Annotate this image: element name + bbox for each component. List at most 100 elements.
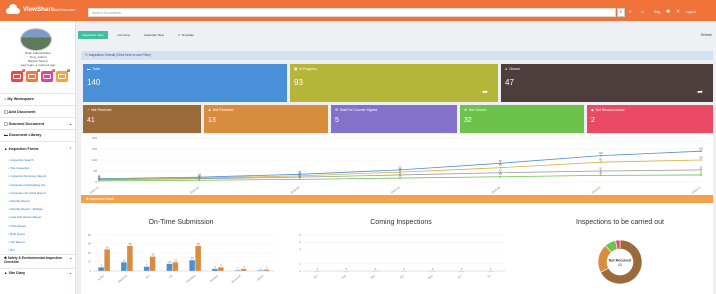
brand[interactable]: ViewShare	[6, 4, 54, 14]
sidebar-item-scanned-document[interactable]: ▢ Scanned Document ⌄	[0, 118, 76, 129]
sidebar-subitem[interactable]: ⌕ Inspection Summary Report	[0, 172, 76, 180]
sidebar-subitem[interactable]: ⌕ Bin	[0, 246, 76, 254]
bar	[98, 267, 104, 271]
data-label: 0	[374, 268, 376, 271]
alert-badge[interactable]: 0	[41, 69, 55, 82]
chevron-up-icon: ⌃	[68, 147, 72, 151]
x-tick-label: Jun	[457, 273, 463, 279]
x-tick-label: ACMV	[97, 274, 106, 282]
stat-card-not-received[interactable]: ◔ Not Received 41	[83, 105, 201, 133]
stat-card-not-closed[interactable]: ❦ Not Closed 32	[460, 105, 584, 133]
y-tick-label: 13	[88, 260, 92, 264]
data-label: 20	[152, 254, 155, 257]
sidebar-subitem[interactable]: ⌕ Monthly Report	[0, 197, 76, 205]
sidebar-item-my-workspace[interactable]: ⌂ My Workspace	[0, 94, 76, 105]
view-tabs: Inspection View List View Calendar View …	[78, 31, 198, 39]
data-label: 100	[699, 157, 704, 160]
inspection-detail-header[interactable]: ✱ Inspection Detail	[81, 195, 713, 203]
sidebar-subitem[interactable]: ⌕ Late Submission Report	[0, 213, 76, 221]
stat-card-wait-counter-signed[interactable]: ⚒ Wait For Counter Signed 5	[331, 105, 457, 133]
logout-button[interactable]: Logout	[686, 10, 696, 14]
data-label: 50	[599, 168, 602, 171]
tab-template[interactable]: ✔ Template	[174, 31, 198, 39]
sidebar-subitem[interactable]: ⌕ Site Inspection	[0, 164, 76, 172]
avatar[interactable]	[20, 28, 52, 51]
sidebar-subitem[interactable]: ⌕ Inspection Search	[0, 156, 76, 164]
clock-icon: ◔	[87, 108, 90, 112]
add-document-button[interactable]: Add Document	[54, 8, 75, 12]
y-tick-label: 1	[299, 262, 301, 266]
search-input[interactable]: Search Documents	[88, 8, 616, 17]
tab-inspection-view[interactable]: Inspection View	[78, 31, 108, 39]
calendar-badge[interactable]: 0	[56, 69, 70, 82]
data-label: 3	[214, 266, 216, 269]
task-badge[interactable]: 0	[26, 69, 40, 82]
stat-card-in-progress[interactable]: ▦ In Progress 93 ➦	[290, 64, 498, 102]
gear-icon[interactable]: ✱	[666, 9, 670, 15]
stat-card-closed[interactable]: ● Closed 47 ➦	[501, 64, 713, 102]
expand-icon[interactable]: ✕	[676, 9, 680, 15]
sidebar-item-add-document[interactable]: ▢ Add Document	[0, 106, 76, 117]
bar	[240, 268, 247, 271]
stat-card-not-received-2[interactable]: ♟ Not Received 13	[204, 105, 328, 133]
user-menu[interactable]: Eng	[654, 10, 660, 14]
share-arrow-icon[interactable]: ➦	[697, 88, 703, 96]
x-tick-label: 2019-04	[390, 185, 401, 194]
main-content: Inspection View List View Calendar View …	[78, 21, 716, 294]
data-label: 0	[432, 268, 434, 271]
y-tick-label: 3	[299, 247, 301, 251]
share-arrow-icon[interactable]: ➦	[482, 88, 488, 96]
data-label: 30	[599, 172, 602, 175]
x-tick-label: 2019-03	[290, 185, 301, 194]
overview-filter-header[interactable]: ✎ Inspection Overall (Click here to use …	[81, 51, 713, 60]
data-label: 5	[101, 264, 103, 267]
y-tick-label: 200	[92, 136, 97, 140]
sidebar-subitem[interactable]: ⌕ Inspection Outstanding List	[0, 181, 76, 189]
search-icon[interactable]: ⌕	[629, 9, 632, 15]
x-tick-label: May	[427, 273, 434, 280]
sidebar-subitem[interactable]: ⌕ Inspection On-Hand Report	[0, 189, 76, 197]
donut-center-label: Not Received	[609, 259, 632, 263]
search-icon[interactable]: ⌕	[617, 8, 625, 17]
tobe-donut-chart: Not Received41	[597, 239, 643, 285]
x-tick-label: Jan	[312, 273, 318, 279]
task-icon	[28, 74, 36, 79]
ontime-title: On-Time Submission	[148, 219, 214, 226]
x-tick-label: Structural	[230, 273, 241, 283]
data-label: 10	[168, 261, 171, 264]
data-label: 3	[243, 266, 245, 269]
tab-list-view[interactable]: List View	[114, 31, 134, 39]
data-label: 1	[260, 267, 262, 270]
data-label: 0	[403, 268, 405, 271]
user-info: Hello Administrator Tony_Admin Barzon Se…	[2, 51, 74, 68]
refresh-button[interactable]: Refresh	[701, 33, 712, 37]
tab-calendar-view[interactable]: Calendar View	[140, 31, 168, 39]
bar	[212, 268, 218, 271]
sidebar: Hello Administrator Tony_Admin Barzon Se…	[0, 21, 76, 294]
y-tick-label: 5	[299, 233, 301, 237]
check-circle-icon: ●	[505, 67, 508, 71]
sidebar-item-site-diary[interactable]: ▲ Site Diary ⌄	[0, 269, 76, 280]
y-tick-label: 50	[88, 233, 92, 237]
stat-card-total[interactable]: ▬ Total 140	[83, 64, 287, 102]
x-tick-label: Fire	[145, 273, 151, 279]
sidebar-nav: ⌂ My Workspace ▢ Add Document ▢ Scanned …	[0, 93, 76, 280]
sidebar-subitem[interactable]: ⌕ CIF Report	[0, 238, 76, 246]
home-icon[interactable]: ⌂	[641, 9, 644, 15]
sidebar-item-inspection-forms[interactable]: ▲ Inspection Forms ⌃	[0, 145, 76, 156]
bar	[143, 266, 150, 271]
ontime-bar-chart: 013253850530ACMV1235Electrical620Fire10 1…	[88, 233, 275, 284]
sidebar-subitem[interactable]: ⌕ Bulk Import	[0, 230, 76, 238]
bar	[166, 263, 173, 271]
sidebar-item-safety-checklist[interactable]: ✱ Safety & Environmental Inspection Chec…	[0, 255, 76, 268]
x-tick-label: Mar	[370, 274, 376, 280]
mail-badge[interactable]: 0	[11, 69, 25, 82]
tag-icon: ◆	[591, 108, 594, 112]
data-label: 2	[266, 267, 268, 270]
inspection-submenu: ⌕ Inspection Search ⌕ Site Inspection ⌕ In…	[0, 156, 76, 254]
sidebar-subitem[interactable]: ⌕ Monthly Report - Multiple	[0, 205, 76, 213]
sidebar-item-document-library[interactable]: ▬ Document Library	[0, 130, 76, 141]
stat-card-not-reused-closed[interactable]: ◆ Not Reused-closed 2	[587, 105, 713, 133]
sidebar-subitem[interactable]: ⌕ PSG Report	[0, 222, 76, 230]
app-name: ViewShare	[23, 5, 55, 13]
